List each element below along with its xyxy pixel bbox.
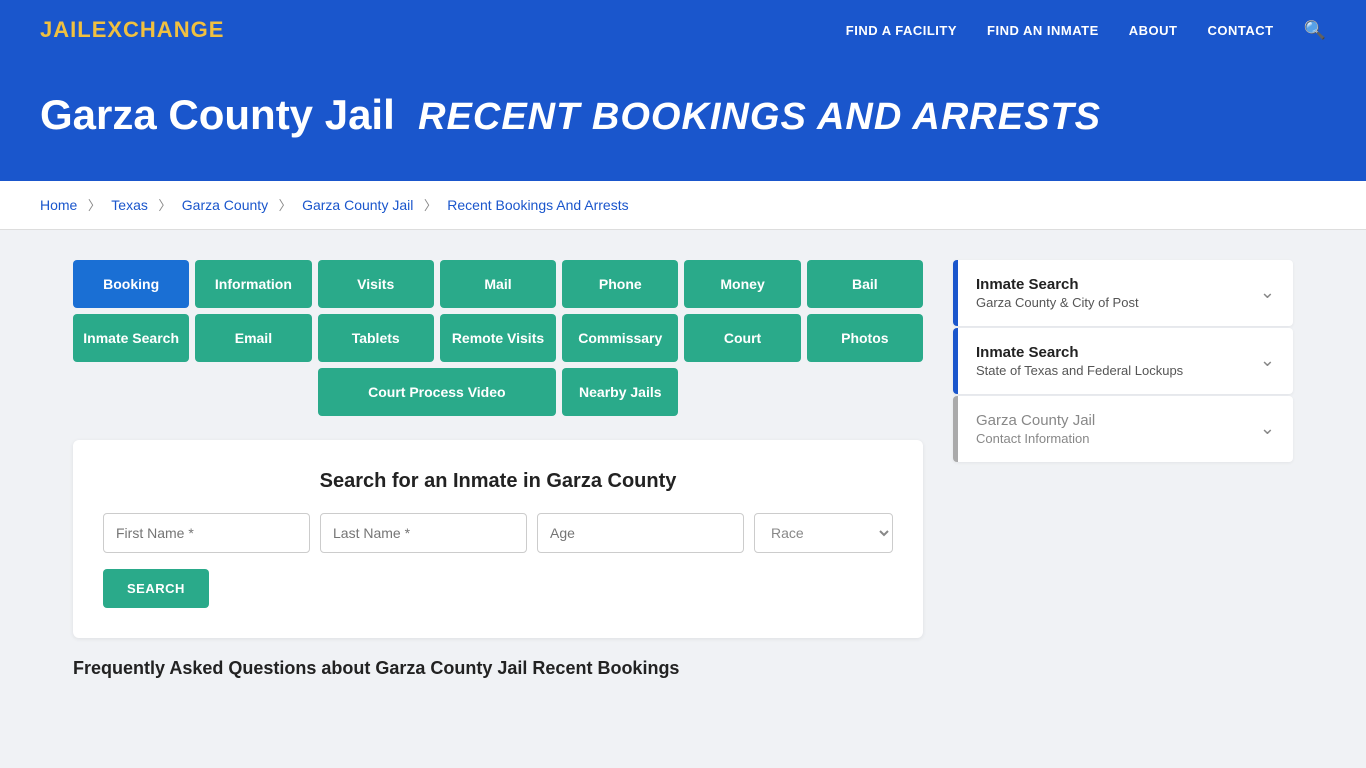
btn-phone[interactable]: Phone (562, 260, 678, 308)
main-content: Booking Information Visits Mail Phone Mo… (33, 230, 1333, 709)
btn-bail[interactable]: Bail (807, 260, 923, 308)
card-main-title-3: Garza County Jail (976, 412, 1095, 429)
sidebar-card-inmate-search-texas: Inmate Search State of Texas and Federal… (953, 328, 1293, 394)
btn-remote-visits[interactable]: Remote Visits (440, 314, 556, 362)
card-sub-title-3: Contact Information (976, 431, 1095, 446)
hero-section: Garza County Jail RECENT BOOKINGS AND AR… (0, 60, 1366, 181)
breadcrumb-current: Recent Bookings And Arrests (447, 197, 628, 213)
btn-court[interactable]: Court (684, 314, 800, 362)
btn-nearby-jails[interactable]: Nearby Jails (562, 368, 678, 416)
nav-contact[interactable]: CONTACT (1207, 23, 1273, 38)
chevron-icon-2: ⌄ (1260, 350, 1275, 371)
brand-prefix: JAIL (40, 17, 92, 42)
navbar: JAILEXCHANGE FIND A FACILITY FIND AN INM… (0, 0, 1366, 60)
card-sub-title-1: Garza County & City of Post (976, 295, 1139, 310)
search-button[interactable]: SEARCH (103, 569, 209, 608)
sidebar-card-header-3[interactable]: Garza County Jail Contact Information ⌄ (958, 396, 1293, 462)
btn-booking[interactable]: Booking (73, 260, 189, 308)
age-input[interactable] (537, 513, 744, 553)
btn-information[interactable]: Information (195, 260, 311, 308)
search-title: Search for an Inmate in Garza County (103, 470, 893, 493)
nav-find-facility[interactable]: FIND A FACILITY (846, 23, 957, 38)
brand-logo[interactable]: JAILEXCHANGE (40, 17, 224, 43)
btn-commissary[interactable]: Commissary (562, 314, 678, 362)
hero-title-sub: RECENT BOOKINGS AND ARRESTS (418, 96, 1101, 138)
search-icon[interactable]: 🔍 (1304, 20, 1326, 41)
card-titles-1: Inmate Search Garza County & City of Pos… (976, 276, 1139, 310)
card-sub-title-2: State of Texas and Federal Lockups (976, 363, 1183, 378)
sidebar-card-inmate-search-garza: Inmate Search Garza County & City of Pos… (953, 260, 1293, 326)
sidebar-card-header-2[interactable]: Inmate Search State of Texas and Federal… (958, 328, 1293, 394)
btn-inmate-search[interactable]: Inmate Search (73, 314, 189, 362)
breadcrumb: Home 〉 Texas 〉 Garza County 〉 Garza Coun… (0, 181, 1366, 230)
left-column: Booking Information Visits Mail Phone Mo… (73, 260, 923, 679)
hero-title-main: Garza County Jail (40, 91, 395, 138)
search-fields: Race White Black Hispanic Asian Other (103, 513, 893, 553)
bottom-text: Frequently Asked Questions about Garza C… (73, 658, 923, 679)
last-name-input[interactable] (320, 513, 527, 553)
nav-find-inmate[interactable]: FIND AN INMATE (987, 23, 1099, 38)
race-select[interactable]: Race White Black Hispanic Asian Other (754, 513, 893, 553)
nav-button-row3: Court Process Video Nearby Jails (73, 368, 923, 416)
breadcrumb-home[interactable]: Home (40, 197, 77, 213)
navbar-links: FIND A FACILITY FIND AN INMATE ABOUT CON… (846, 20, 1326, 41)
card-titles-3: Garza County Jail Contact Information (976, 412, 1095, 446)
nav-about[interactable]: ABOUT (1129, 23, 1178, 38)
faq-heading: Frequently Asked Questions about Garza C… (73, 658, 923, 679)
btn-mail[interactable]: Mail (440, 260, 556, 308)
nav-button-row2: Inmate Search Email Tablets Remote Visit… (73, 314, 923, 362)
btn-email[interactable]: Email (195, 314, 311, 362)
breadcrumb-garza-jail[interactable]: Garza County Jail (302, 197, 413, 213)
first-name-input[interactable] (103, 513, 310, 553)
search-box: Search for an Inmate in Garza County Rac… (73, 440, 923, 638)
breadcrumb-sep-1: 〉 (88, 198, 101, 213)
nav-button-row1: Booking Information Visits Mail Phone Mo… (73, 260, 923, 308)
breadcrumb-sep-3: 〉 (279, 198, 292, 213)
chevron-icon-3: ⌄ (1260, 418, 1275, 439)
breadcrumb-sep-2: 〉 (158, 198, 171, 213)
chevron-icon-1: ⌄ (1260, 282, 1275, 303)
btn-photos[interactable]: Photos (807, 314, 923, 362)
breadcrumb-garza-county[interactable]: Garza County (182, 197, 268, 213)
btn-court-process[interactable]: Court Process Video (318, 368, 557, 416)
card-main-title-2: Inmate Search (976, 344, 1183, 361)
card-titles-2: Inmate Search State of Texas and Federal… (976, 344, 1183, 378)
sidebar-card-header-1[interactable]: Inmate Search Garza County & City of Pos… (958, 260, 1293, 326)
brand-exchange: EXCHANGE (92, 17, 225, 42)
card-main-title-1: Inmate Search (976, 276, 1139, 293)
btn-money[interactable]: Money (684, 260, 800, 308)
sidebar-card-contact: Garza County Jail Contact Information ⌄ (953, 396, 1293, 462)
right-sidebar: Inmate Search Garza County & City of Pos… (953, 260, 1293, 464)
breadcrumb-sep-4: 〉 (424, 198, 437, 213)
hero-title: Garza County Jail RECENT BOOKINGS AND AR… (40, 90, 1326, 141)
btn-tablets[interactable]: Tablets (318, 314, 434, 362)
btn-visits[interactable]: Visits (318, 260, 434, 308)
breadcrumb-texas[interactable]: Texas (111, 197, 148, 213)
